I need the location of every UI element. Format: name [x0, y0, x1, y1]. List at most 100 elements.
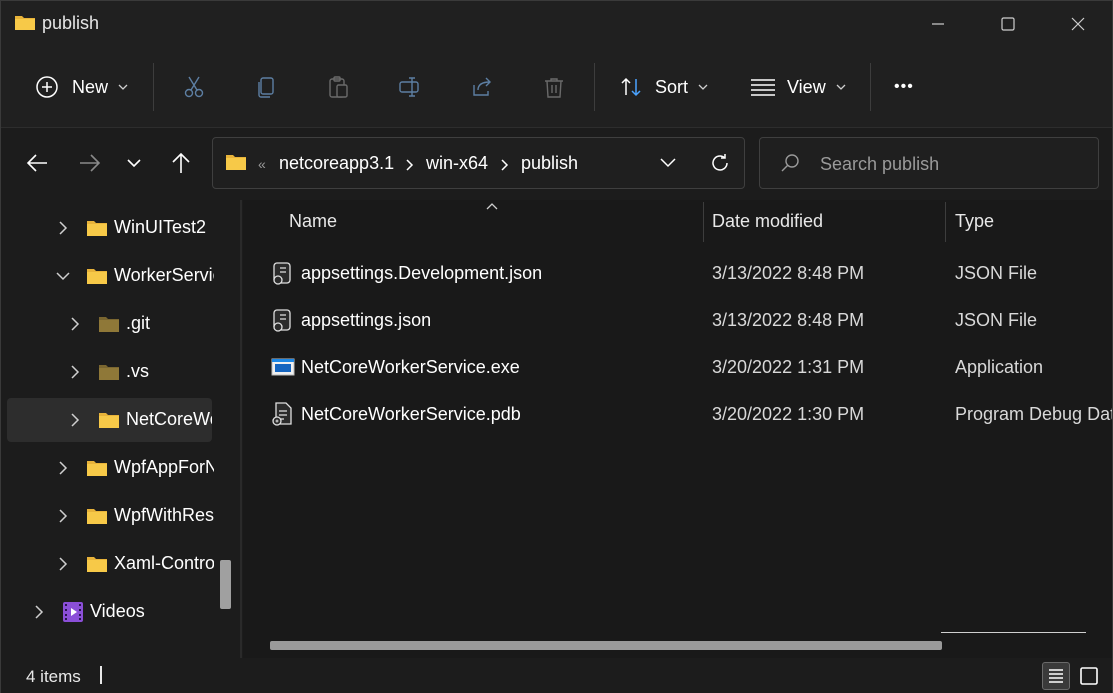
- minimize-button[interactable]: [915, 5, 961, 43]
- maximize-icon: [1001, 17, 1015, 31]
- tree-item-winuitest2[interactable]: WinUITest2: [1, 206, 239, 250]
- file-date: 3/13/2022 8:48 PM: [712, 263, 865, 283]
- breadcrumb-item[interactable]: publish: [521, 153, 578, 174]
- tree-item-label: Videos: [90, 601, 145, 621]
- back-button[interactable]: [20, 146, 54, 180]
- up-button[interactable]: [164, 146, 198, 180]
- column-header-name[interactable]: Name: [289, 211, 337, 232]
- tree-item-label: Xaml-Controls: [114, 553, 214, 573]
- toolbar-separator: [153, 63, 154, 111]
- tree-item-vs[interactable]: .vs: [1, 350, 239, 394]
- chevron-right-icon[interactable]: [31, 604, 47, 620]
- view-lines-icon: [751, 79, 775, 96]
- chevron-right-icon[interactable]: [55, 508, 71, 524]
- title-bar: publish: [1, 1, 1112, 47]
- trash-icon: [545, 78, 563, 98]
- chevron-right-icon[interactable]: [406, 159, 414, 171]
- close-icon: [1071, 17, 1085, 31]
- paste-button[interactable]: [324, 73, 352, 101]
- pane-divider[interactable]: [240, 200, 242, 658]
- chevron-right-icon[interactable]: [67, 364, 83, 380]
- rename-icon: [399, 77, 419, 97]
- file-name[interactable]: appsettings.json: [301, 310, 431, 331]
- chevron-right-icon[interactable]: [501, 159, 509, 171]
- folder-icon: [226, 155, 246, 170]
- column-separator[interactable]: [703, 202, 704, 242]
- application-icon: [271, 358, 295, 376]
- json-file-icon: [273, 309, 291, 332]
- recent-locations-button[interactable]: [117, 146, 151, 180]
- maximize-button[interactable]: [985, 5, 1031, 43]
- horizontal-scrollbar-thumb[interactable]: [270, 641, 942, 650]
- tree-item-xaml-controls[interactable]: Xaml-Controls: [1, 542, 239, 586]
- folder-icon: [87, 509, 107, 524]
- tree-item-netcoreworkerservice[interactable]: NetCoreWorkerService: [7, 398, 212, 442]
- tree-item-label: NetCoreWorkerService: [126, 409, 212, 429]
- tree-item-label: .vs: [126, 361, 150, 381]
- minimize-icon: [932, 23, 944, 25]
- folder-icon: [99, 413, 119, 428]
- new-button[interactable]: New: [35, 47, 128, 127]
- hidden-folder-icon: [99, 317, 119, 332]
- view-button[interactable]: View: [750, 47, 846, 127]
- chevron-right-icon[interactable]: [55, 460, 71, 476]
- plus-circle-icon: [36, 76, 58, 98]
- file-explorer-window: publish New Sort View ••• « netcoreapp3.…: [0, 0, 1113, 693]
- tree-item-videos[interactable]: Videos: [1, 590, 239, 634]
- chevron-down-icon: [118, 84, 128, 90]
- chevron-right-icon[interactable]: [67, 412, 83, 428]
- forward-button[interactable]: [73, 146, 107, 180]
- share-button[interactable]: [468, 73, 496, 101]
- search-input[interactable]: [818, 150, 1092, 178]
- copy-icon: [258, 77, 274, 98]
- file-name[interactable]: NetCoreWorkerService.exe: [301, 357, 520, 378]
- close-button[interactable]: [1055, 5, 1101, 43]
- file-name[interactable]: NetCoreWorkerService.pdb: [301, 404, 521, 425]
- column-header-type[interactable]: Type: [955, 211, 994, 232]
- column-header-date-modified[interactable]: Date modified: [712, 211, 823, 232]
- file-type: JSON File: [955, 263, 1038, 283]
- details-view-button[interactable]: [1042, 662, 1070, 690]
- tree-item-wpfwithresources[interactable]: WpfWithResources: [1, 494, 239, 538]
- search-icon: [781, 154, 799, 172]
- toolbar-separator: [870, 63, 871, 111]
- breadcrumb-overflow[interactable]: «: [258, 156, 266, 172]
- refresh-icon[interactable]: [709, 152, 731, 174]
- chevron-right-icon[interactable]: [55, 556, 71, 572]
- file-row[interactable]: NetCoreWorkerService.exe 3/20/2022 1:31 …: [261, 345, 1111, 389]
- sidebar-scrollbar-thumb[interactable]: [220, 560, 231, 609]
- rename-button[interactable]: [396, 73, 424, 101]
- tree-item-git[interactable]: .git: [1, 302, 239, 346]
- view-label: View: [787, 76, 826, 97]
- breadcrumb-item[interactable]: win-x64: [426, 153, 488, 174]
- file-date: 3/20/2022 1:31 PM: [712, 357, 865, 377]
- arrow-left-icon: [26, 154, 47, 172]
- search-box[interactable]: [759, 137, 1099, 189]
- more-options-button[interactable]: •••: [894, 47, 914, 127]
- chevron-down-icon[interactable]: [55, 268, 71, 284]
- column-separator[interactable]: [945, 202, 946, 242]
- file-row[interactable]: appsettings.Development.json 3/13/2022 8…: [261, 251, 1111, 295]
- arrow-right-icon: [80, 154, 101, 172]
- copy-button[interactable]: [252, 73, 280, 101]
- tree-item-wpfappfornet[interactable]: WpfAppForNet: [1, 446, 239, 490]
- horizontal-scrollbar-track[interactable]: [941, 632, 1086, 633]
- chevron-right-icon[interactable]: [67, 316, 83, 332]
- sort-ascending-icon: [486, 203, 498, 210]
- delete-button[interactable]: [540, 73, 568, 101]
- file-type: JSON File: [955, 310, 1038, 330]
- tree-item-label: WpfAppForNet: [114, 457, 214, 477]
- item-count: 4 items: [26, 667, 81, 686]
- breadcrumb-item[interactable]: netcoreapp3.1: [279, 153, 394, 174]
- tree-item-workerservice[interactable]: WorkerService: [1, 254, 239, 298]
- file-row[interactable]: appsettings.json 3/13/2022 8:48 PM JSON …: [261, 298, 1111, 342]
- cut-button[interactable]: [180, 73, 208, 101]
- sort-button[interactable]: Sort: [619, 47, 708, 127]
- chevron-right-icon[interactable]: [55, 220, 71, 236]
- chevron-down-icon[interactable]: [660, 158, 676, 168]
- file-name[interactable]: appsettings.Development.json: [301, 263, 542, 284]
- address-bar[interactable]: « netcoreapp3.1 win-x64 publish: [212, 137, 745, 189]
- folder-icon: [15, 16, 35, 30]
- large-icons-view-button[interactable]: [1075, 662, 1103, 690]
- file-row[interactable]: NetCoreWorkerService.pdb 3/20/2022 1:30 …: [261, 392, 1112, 436]
